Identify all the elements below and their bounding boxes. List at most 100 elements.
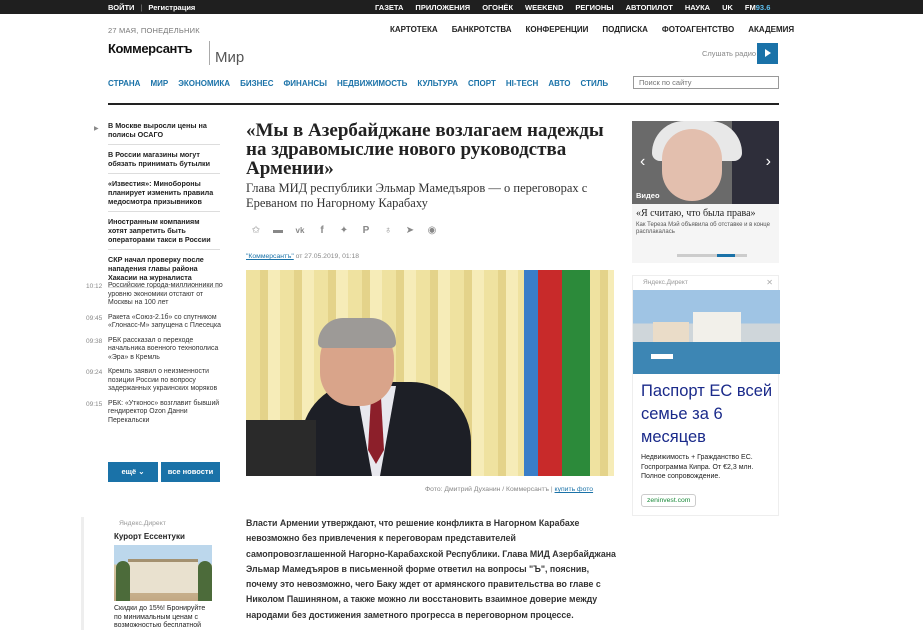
feed-time: 09:15 xyxy=(86,400,103,408)
feed-item[interactable]: 09:45 Ракета «Союз-2.1б» со спутником «Г… xyxy=(86,314,226,331)
top-bar: ВОЙТИ | Регистрация ГАЗЕТА ПРИЛОЖЕНИЯ ОГ… xyxy=(0,0,923,14)
feed-text[interactable]: Кремль заявил о неизменности позиции Рос… xyxy=(108,368,226,394)
topbar-link-ogonek[interactable]: ОГОНЁК xyxy=(482,3,513,12)
vk-icon[interactable]: vk xyxy=(294,226,306,235)
util-link-conferences[interactable]: КОНФЕРЕНЦИИ xyxy=(526,25,589,34)
fm-frequency: 93.6 xyxy=(755,3,771,12)
feed-item[interactable]: 10:12 Российские города-миллионники по у… xyxy=(86,282,226,308)
feed-time: 10:12 xyxy=(86,283,103,290)
nav-item-culture[interactable]: КУЛЬТУРА xyxy=(417,79,458,88)
feed-text[interactable]: Ракета «Союз-2.1б» со спутником «Глонасс… xyxy=(108,314,226,331)
nav-item-economy[interactable]: ЭКОНОМИКА xyxy=(178,79,230,88)
ad-image[interactable] xyxy=(114,545,212,601)
photo-caption: Фото: Дмитрий Духанин / Коммерсантъ | ку… xyxy=(425,486,594,493)
current-date: 27 МАЯ, ПОНЕДЕЛЬНИК xyxy=(108,26,200,35)
right-ad-block[interactable]: Яндекс.Директ ✕ Паспорт ЕС всей семье за… xyxy=(632,275,780,516)
topbar-link-apps[interactable]: ПРИЛОЖЕНИЯ xyxy=(415,3,470,12)
radio-play-button[interactable] xyxy=(757,43,778,64)
top-news-item[interactable]: «Известия»: Минобороны планирует изменит… xyxy=(108,179,220,212)
share-bar: ✩ ▬ vk f ✦ P ♁ ➤ ◉ xyxy=(250,225,438,236)
top-news-list: ▶ В Москве выросли цены на полисы ОСАГО … xyxy=(94,121,220,293)
util-link-kartoteka[interactable]: КАРТОТЕКА xyxy=(390,25,438,34)
more-news-button[interactable]: ещё ⌄ xyxy=(108,462,158,482)
ad-headline[interactable]: Паспорт ЕС всей семье за 6 месяцев xyxy=(641,380,776,449)
fm-label: FM xyxy=(744,3,756,12)
util-link-subscription[interactable]: ПОДПИСКА xyxy=(602,25,648,34)
left-ad-block[interactable]: Яндекс.Директ Курорт Ессентуки Скидки до… xyxy=(81,517,221,630)
util-link-bankruptcy[interactable]: БАНКРОТСТВА xyxy=(452,25,512,34)
chevron-down-icon: ⌄ xyxy=(138,467,145,476)
radio-label: Слушать радио xyxy=(702,49,757,58)
feed-item[interactable]: 09:38 РБК рассказал о переходе начальник… xyxy=(86,337,226,363)
article-lead: Власти Армении утверждают, что решение к… xyxy=(246,518,616,620)
nav-item-hitech[interactable]: HI-TECH xyxy=(506,79,538,88)
byline-date: от 27.05.2019, 01:18 xyxy=(295,253,360,260)
nav-item-realty[interactable]: НЕДВИЖИМОСТЬ xyxy=(337,79,407,88)
buy-photo-link[interactable]: купить фото xyxy=(555,486,594,493)
tree-shape xyxy=(198,561,212,601)
topbar-link-gazeta[interactable]: ГАЗЕТА xyxy=(375,3,403,12)
building-shape xyxy=(128,559,198,593)
nav-item-sport[interactable]: СПОРТ xyxy=(468,79,496,88)
tree-shape xyxy=(116,561,130,601)
feed-time: 09:38 xyxy=(86,337,103,345)
topbar-link-fm[interactable]: FM93.6 xyxy=(745,3,770,12)
comments-icon[interactable]: ▬ xyxy=(272,225,284,236)
topbar-link-uk[interactable]: UK xyxy=(722,3,733,12)
ad-image[interactable] xyxy=(633,290,780,374)
pinterest-icon[interactable]: P xyxy=(360,225,372,236)
feed-text[interactable]: Российские города-миллионники по уровню … xyxy=(108,282,226,308)
ad-body: Недвижимость + Гражданство ЕС. Госпрогра… xyxy=(641,454,754,480)
topbar-link-autopilot[interactable]: АВТОПИЛОТ xyxy=(626,3,673,12)
section-title: Мир xyxy=(215,49,245,66)
chevron-left-icon[interactable]: ‹ xyxy=(640,153,645,171)
top-news-item[interactable]: В Москве выросли цены на полисы ОСАГО xyxy=(108,121,220,145)
login-link[interactable]: ВОЙТИ xyxy=(108,3,134,12)
topbar-link-science[interactable]: НАУКА xyxy=(685,3,710,12)
main-nav: СТРАНА МИР ЭКОНОМИКА БИЗНЕС ФИНАНСЫ НЕДВ… xyxy=(108,79,608,88)
nav-item-country[interactable]: СТРАНА xyxy=(108,79,140,88)
header-divider xyxy=(108,103,779,105)
twitter-icon[interactable]: ✦ xyxy=(338,225,350,236)
all-news-button[interactable]: все новости xyxy=(161,462,220,482)
ad-tag: Яндекс.Директ xyxy=(119,520,166,527)
feed-item[interactable]: 09:24 Кремль заявил о неизменности позиц… xyxy=(86,368,226,394)
carousel-indicator xyxy=(677,254,747,257)
video-label: Видео xyxy=(636,191,660,200)
nav-item-auto[interactable]: АВТО xyxy=(548,79,570,88)
feed-time: 09:24 xyxy=(86,369,103,376)
byline-source[interactable]: "Коммерсантъ" xyxy=(246,253,294,260)
feed-item[interactable]: 09:15 РБК: «Утконос» возглавит бывший ге… xyxy=(86,400,226,426)
facebook-icon[interactable]: f xyxy=(316,225,328,236)
video-description: Как Тереза Мэй объявила об отставке и в … xyxy=(636,222,770,235)
nav-item-finance[interactable]: ФИНАНСЫ xyxy=(283,79,327,88)
feed-text[interactable]: РБК: «Утконос» возглавит бывший гендирек… xyxy=(108,400,226,426)
favorite-icon[interactable]: ✩ xyxy=(250,225,262,236)
ad-link[interactable]: zeninvest.com xyxy=(641,494,697,507)
video-title[interactable]: «Я считаю, что была права» xyxy=(636,208,756,219)
ad-tag: Яндекс.Директ xyxy=(643,279,688,286)
topbar-link-weekend[interactable]: WEEKEND xyxy=(525,3,563,12)
video-widget[interactable]: ‹ › Видео «Я считаю, что была права» Как… xyxy=(632,121,779,263)
chevron-right-icon[interactable]: › xyxy=(766,153,771,171)
article-subheadline: Глава МИД республики Эльмар Мамедъяров —… xyxy=(246,181,588,210)
site-logo[interactable]: Коммерсантъ xyxy=(108,41,192,56)
nav-item-world[interactable]: МИР xyxy=(150,79,168,88)
nav-item-business[interactable]: БИЗНЕС xyxy=(240,79,273,88)
util-link-photo-agency[interactable]: ФОТОАГЕНТСТВО xyxy=(662,25,734,34)
top-news-item[interactable]: В России магазины могут обязать принимат… xyxy=(108,150,220,174)
top-news-item[interactable]: Иностранным компаниям хотят запретить бы… xyxy=(108,217,220,250)
util-link-academy[interactable]: АКАДЕМИЯ xyxy=(748,25,794,34)
feed-text[interactable]: РБК рассказал о переходе начальника воен… xyxy=(108,337,226,363)
whatsapp-icon[interactable]: ◉ xyxy=(426,225,438,236)
ad-title[interactable]: Курорт Ессентуки xyxy=(114,532,185,541)
search-input[interactable] xyxy=(633,76,779,89)
odnoklassniki-icon[interactable]: ♁ xyxy=(382,225,394,236)
video-thumbnail[interactable]: ‹ › Видео xyxy=(632,121,779,204)
topbar-link-regions[interactable]: РЕГИОНЫ xyxy=(575,3,613,12)
register-link[interactable]: Регистрация xyxy=(148,3,195,12)
telegram-icon[interactable]: ➤ xyxy=(404,225,416,236)
article-headline: «Мы в Азербайджане возлагаем надежды на … xyxy=(246,120,604,179)
close-icon[interactable]: ✕ xyxy=(766,278,773,287)
nav-item-style[interactable]: СТИЛЬ xyxy=(581,79,609,88)
